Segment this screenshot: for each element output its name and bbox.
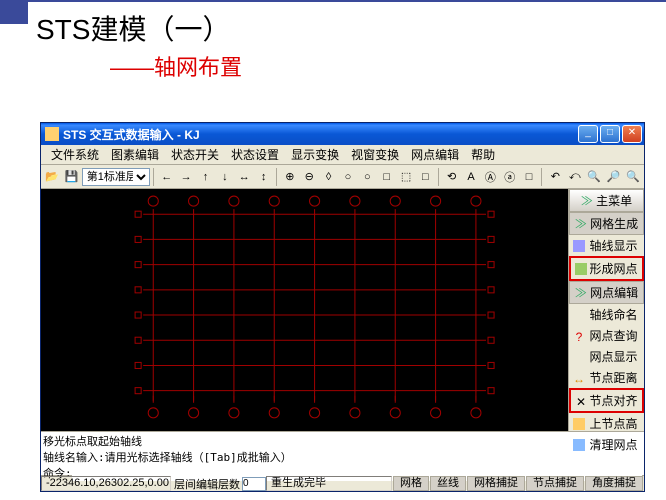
zoom-box-icon[interactable]: ⬚ [397,167,415,187]
menu-file[interactable]: 文件系统 [45,144,105,165]
floor-input[interactable] [242,477,266,491]
circle-a2-icon[interactable]: ⓐ [501,167,519,187]
menu-edit[interactable]: 图素编辑 [105,144,165,165]
arrow-down-icon[interactable]: ↓ [216,167,234,187]
redo-icon[interactable]: ⤺ [566,167,584,187]
status-anglesnap[interactable]: 角度捕捉 [585,476,643,491]
open-icon[interactable]: 📂 [43,167,61,187]
side-item-upper-node[interactable]: 上节点高 [569,413,644,434]
app-window: STS 交互式数据输入 - KJ _ □ ✕ 文件系统 图素编辑 状态开关 状态… [40,122,645,492]
arrow-lr-icon[interactable]: ↔ [235,167,253,187]
side-item-node-query[interactable]: ?网点查询 [569,325,644,346]
status-grid[interactable]: 网格 [393,476,429,491]
side-item-form-nodes[interactable]: 形成网点 [569,256,644,281]
text-a-icon[interactable]: A [462,167,480,187]
circle-a-icon[interactable]: Ⓐ [481,167,499,187]
maximize-button[interactable]: □ [600,125,620,143]
side-section-grid-gen[interactable]: ≫ 网格生成 [569,212,644,235]
status-nodesnap[interactable]: 节点捕捉 [526,476,584,491]
toolbar: 📂 💾 第1标准层 ← → ↑ ↓ ↔ ↕ ⊕ ⊖ ◊ ○ ○ □ ⬚ □ ⟲ … [41,165,644,189]
close-button[interactable]: ✕ [622,125,642,143]
window-title: STS 交互式数据输入 - KJ [63,126,578,143]
arrow-left-icon[interactable]: ← [158,167,176,187]
zoom-ext-icon[interactable]: ○ [339,167,357,187]
zoom-pan-icon[interactable]: □ [377,167,395,187]
slide-accent [0,0,28,24]
command-area: 移光标点取起始轴线 轴线名输入:请用光标选择轴线（[Tab]成批输入） 命令: [41,431,644,475]
zoom-out-icon[interactable]: ⊖ [300,167,318,187]
zoom-in-icon[interactable]: ⊕ [281,167,299,187]
slide-title: STS建模（一） [36,8,666,48]
layer-select[interactable]: 第1标准层 [82,168,150,186]
side-panel: ≫ 主菜单 ≫ 网格生成 轴线显示 形成网点 ≫ 网点编辑 轴线命名 ?网点查询… [568,189,644,431]
app-icon [45,127,59,141]
cmd-history-1: 移光标点取起始轴线 [43,433,642,449]
arrow-up-icon[interactable]: ↑ [196,167,214,187]
side-item-node-dist[interactable]: ↔节点距离 [569,367,644,388]
status-gridsnap[interactable]: 网格捕捉 [467,476,525,491]
side-main-menu[interactable]: ≫ 主菜单 [569,189,644,212]
zoom-box2-icon[interactable]: □ [416,167,434,187]
side-item-axis-name[interactable]: 轴线命名 [569,304,644,325]
find2-icon[interactable]: 🔎 [604,167,622,187]
menu-state-toggle[interactable]: 状态开关 [165,144,225,165]
zoom-win-icon[interactable]: ○ [358,167,376,187]
side-item-node-align[interactable]: ✕节点对齐 [569,388,644,413]
find-icon[interactable]: 🔍 [585,167,603,187]
menu-display[interactable]: 显示变换 [285,144,345,165]
cmd-history-2: 轴线名输入:请用光标选择轴线（[Tab]成批输入） [43,449,642,465]
status-wire[interactable]: 丝线 [430,476,466,491]
slide-subtitle: ——轴网布置 [110,50,666,82]
menu-viewport[interactable]: 视窗变换 [345,144,405,165]
drawing-canvas[interactable] [41,189,568,431]
box-icon[interactable]: □ [520,167,538,187]
statusbar: -22346.10,26302.25,0.00 层间编辑层数 重生成完毕 网格 … [41,475,644,491]
arrow-right-icon[interactable]: → [177,167,195,187]
titlebar: STS 交互式数据输入 - KJ _ □ ✕ [41,123,644,145]
arrow-ud-icon[interactable]: ↕ [254,167,272,187]
menu-state-set[interactable]: 状态设置 [225,144,285,165]
find3-icon[interactable]: 🔍 [624,167,642,187]
side-item-node-show[interactable]: 网点显示 [569,346,644,367]
undo-icon[interactable]: ↶ [546,167,564,187]
menu-help[interactable]: 帮助 [465,144,501,165]
side-section-grid-edit[interactable]: ≫ 网点编辑 [569,281,644,304]
status-coords: -22346.10,26302.25,0.00 [41,476,171,491]
side-item-clean-nodes[interactable]: 清理网点 [569,434,644,455]
rotate-icon[interactable]: ⟲ [442,167,460,187]
zoom-fit-icon[interactable]: ◊ [319,167,337,187]
side-item-axis-show[interactable]: 轴线显示 [569,235,644,256]
save-icon[interactable]: 💾 [62,167,80,187]
menubar: 文件系统 图素编辑 状态开关 状态设置 显示变换 视窗变换 网点编辑 帮助 [41,145,644,165]
status-floor-label: 层间编辑层数 [172,476,242,492]
minimize-button[interactable]: _ [578,125,598,143]
status-regen: 重生成完毕 [266,476,392,491]
menu-grid-edit[interactable]: 网点编辑 [405,144,465,165]
